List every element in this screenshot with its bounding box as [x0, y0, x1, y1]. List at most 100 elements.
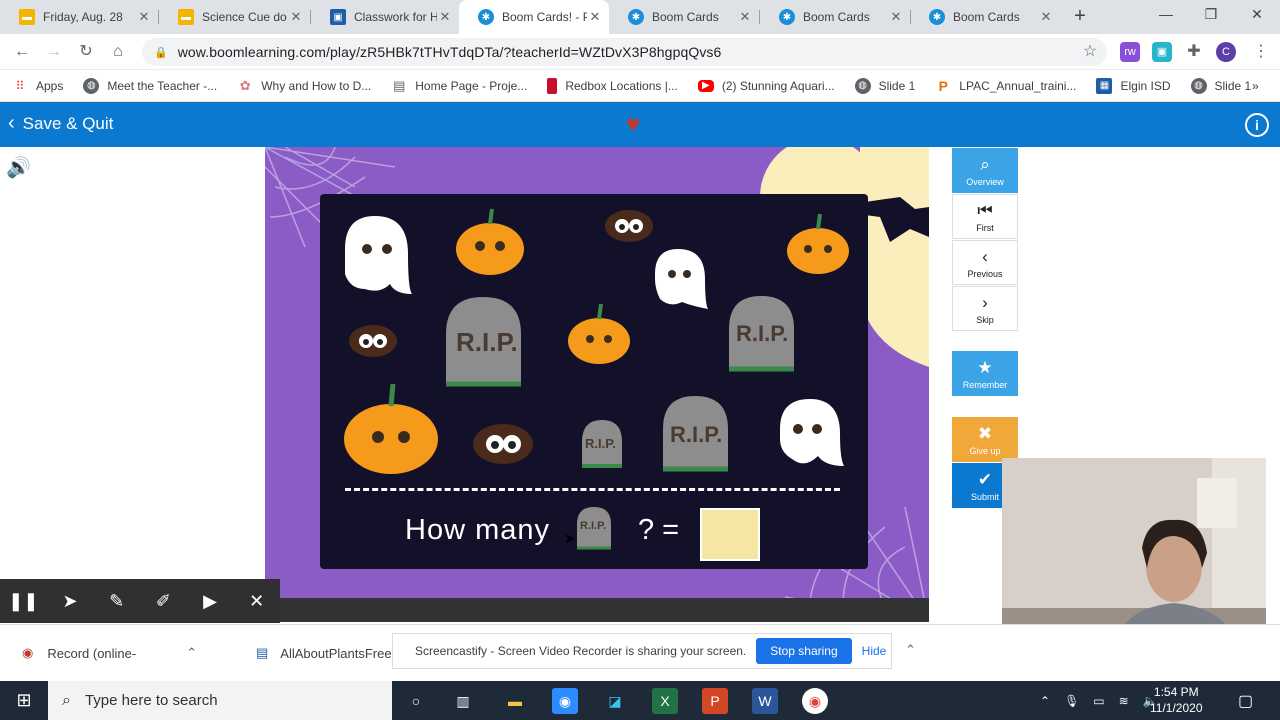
button-label: Overview [966, 177, 1004, 187]
close-icon[interactable]: ✕ [288, 9, 304, 25]
close-icon[interactable]: ✕ [136, 9, 152, 25]
close-icon[interactable]: ✕ [437, 9, 453, 25]
overview-button[interactable]: ⌕ Overview [952, 148, 1018, 193]
bookmark-label: Meet the Teacher -... [107, 78, 218, 93]
close-icon[interactable]: ✕ [737, 9, 753, 25]
first-button[interactable]: ⏮ First [952, 194, 1018, 239]
bookmark-item[interactable]: ⠿ Apps [12, 78, 64, 94]
chevron-up-icon[interactable]: ⌃ [1040, 694, 1050, 708]
extension-icon[interactable]: rw [1120, 42, 1140, 62]
question-equals: ? = [638, 514, 680, 546]
pause-icon[interactable]: ❚❚ [0, 579, 47, 623]
more-bookmarks-icon[interactable]: » [1252, 79, 1259, 93]
app-icon[interactable]: ◪ [602, 688, 628, 714]
bookmark-label: Slide 1 [878, 78, 916, 93]
bookmark-item[interactable]: Redbox Locations |... [547, 77, 678, 94]
reload-icon[interactable]: ↻ [75, 41, 97, 63]
address-bar[interactable]: 🔒 wow.boomlearning.com/play/zR5HBk7tTHvT… [142, 38, 1107, 66]
answer-input[interactable] [700, 508, 760, 561]
save-quit-button[interactable]: ‹ Save & Quit [8, 112, 113, 135]
ghost-icon [655, 249, 708, 309]
bookmark-item[interactable]: ◍ Meet the Teacher -... [83, 77, 218, 94]
pumpkin-icon [568, 303, 630, 364]
bookmark-item[interactable]: ◍ Slide 1 [854, 77, 916, 94]
star-icon: ★ [977, 358, 993, 377]
avatar[interactable]: C [1216, 42, 1236, 62]
windows-taskbar: ⊞ ⌕ Type here to search ○ ▥ ▬ ◉ ◪ X P W … [0, 681, 1280, 720]
info-icon[interactable]: i [1245, 113, 1269, 137]
tab-3[interactable]: ✱ Boom Cards! - P ✕ [459, 0, 609, 34]
menu-icon[interactable]: ⋮ [1250, 41, 1272, 63]
download-item[interactable]: ◉ Record (online- ⌃ [22, 645, 197, 661]
spider-icon [473, 424, 533, 464]
close-icon[interactable]: ✕ [587, 9, 603, 25]
bookmark-star-icon[interactable]: ☆ [1079, 41, 1101, 63]
give-up-button[interactable]: ✖ Give up [952, 417, 1018, 462]
bookmark-item[interactable]: ▶ (2) Stunning Aquari... [697, 79, 835, 93]
close-icon[interactable]: ✕ [888, 9, 904, 25]
close-icon[interactable]: ✕ [233, 579, 280, 623]
spider-icon [605, 210, 653, 242]
bookmark-item[interactable]: ◍ Slide 1 [1190, 77, 1251, 94]
wifi-icon[interactable]: ≋ [1119, 694, 1129, 708]
screencastify-icon[interactable]: ▣ [1152, 42, 1172, 62]
skip-button[interactable]: › Skip [952, 286, 1018, 331]
bookmark-item[interactable]: P LPAC_Annual_traini... [935, 78, 1077, 94]
microphone-icon[interactable]: 🎙 [1064, 694, 1079, 708]
word-icon[interactable]: W [752, 688, 778, 714]
back-icon[interactable]: ← [11, 41, 33, 63]
tab-4[interactable]: ✱ Boom Cards ✕ [609, 0, 759, 34]
clock-time: 1:54 PM [1153, 685, 1199, 699]
taskbar-search[interactable]: ⌕ Type here to search [48, 681, 392, 720]
tab-0[interactable]: ▬ Friday, Aug. 28 ✕ [0, 0, 158, 34]
chevron-up-icon[interactable]: ⌃ [905, 642, 916, 658]
speaker-icon[interactable]: 🔊 [6, 155, 31, 180]
close-icon[interactable]: ✕ [1038, 9, 1054, 25]
camera-icon[interactable]: ▶ [187, 579, 234, 623]
tab-1[interactable]: ▬ Science Cue do ✕ [159, 0, 310, 34]
close-window-icon[interactable]: ✕ [1247, 6, 1267, 23]
search-icon: ⌕ [980, 155, 990, 174]
hide-button[interactable]: Hide [862, 644, 887, 658]
powerpoint-icon[interactable]: P [702, 688, 728, 714]
puzzle-icon[interactable]: ✚ [1184, 42, 1204, 62]
download-item[interactable]: ▤ AllAboutPlantsFree [256, 645, 392, 661]
pointer-icon[interactable]: ➤ [47, 579, 94, 623]
bookmark-item[interactable]: ▤ Home Page - Proje... [391, 78, 527, 94]
previous-button[interactable]: ‹ Previous [952, 240, 1018, 285]
restore-icon[interactable]: ❐ [1201, 6, 1221, 23]
globe-icon: ◍ [854, 77, 871, 94]
cortana-icon[interactable]: ○ [403, 688, 429, 714]
new-tab-icon[interactable]: + [1070, 6, 1090, 26]
boom-header: ‹ Save & Quit ♥ i [0, 102, 1280, 147]
notifications-icon[interactable]: ▢ [1238, 691, 1253, 711]
remember-button[interactable]: ★ Remember [952, 351, 1018, 396]
minimize-icon[interactable]: — [1156, 6, 1176, 22]
home-icon[interactable]: ⌂ [107, 41, 129, 63]
chrome-icon[interactable]: ◉ [802, 688, 828, 714]
tab-2[interactable]: ▣ Classwork for H ✕ [311, 0, 459, 34]
globe-icon: ◍ [1190, 77, 1207, 94]
boom-icon: ✱ [478, 9, 494, 25]
bookmark-item[interactable]: ✿ Why and How to D... [237, 78, 372, 94]
bookmark-label: LPAC_Annual_traini... [959, 78, 1077, 93]
excel-icon[interactable]: X [652, 688, 678, 714]
zoom-icon[interactable]: ◉ [552, 688, 578, 714]
tab-title: Friday, Aug. 28 [43, 10, 123, 24]
tab-5[interactable]: ✱ Boom Cards ✕ [760, 0, 910, 34]
task-view-icon[interactable]: ▥ [450, 688, 476, 714]
tab-6[interactable]: ✱ Boom Cards ✕ [910, 0, 1060, 34]
pen-icon[interactable]: ✎ [93, 579, 140, 623]
highlighter-icon[interactable]: ✐ [140, 579, 187, 623]
battery-icon[interactable]: ▭ [1093, 694, 1104, 708]
stop-sharing-button[interactable]: Stop sharing [756, 638, 852, 664]
chevron-up-icon[interactable]: ⌃ [186, 645, 197, 661]
ghost-icon [780, 399, 844, 466]
bookmark-item[interactable]: ▦ Elgin ISD [1096, 77, 1171, 94]
windows-start-icon[interactable]: ⊞ [0, 681, 48, 720]
question-text: How many [405, 514, 550, 546]
forward-icon[interactable]: → [43, 41, 65, 63]
tab-title: Boom Cards [953, 10, 1020, 24]
clock[interactable]: 1:54 PM 11/1/2020 [1150, 684, 1203, 716]
file-explorer-icon[interactable]: ▬ [502, 688, 528, 714]
